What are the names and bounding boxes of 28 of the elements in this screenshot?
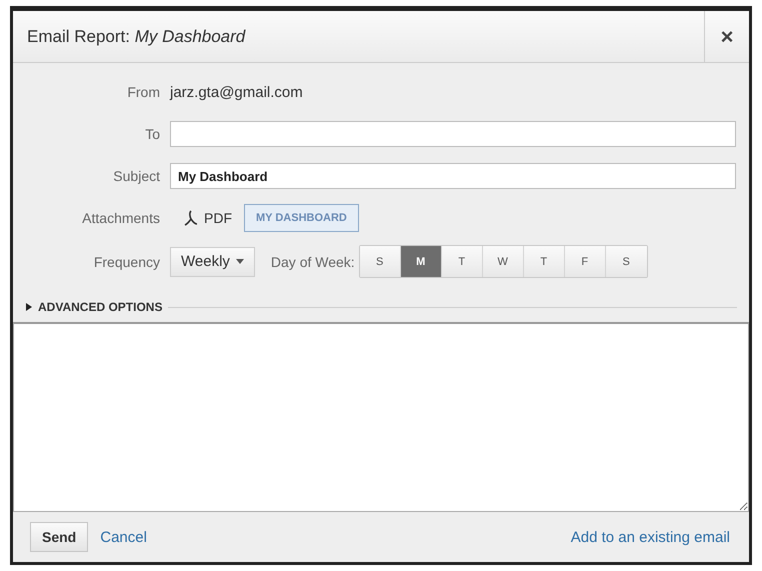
message-field[interactable] xyxy=(13,322,749,512)
frequency-dropdown[interactable]: Weekly xyxy=(170,246,255,276)
advanced-options-toggle[interactable]: ADVANCED OPTIONS xyxy=(26,300,162,314)
field-label: Day of Week: xyxy=(270,254,355,270)
add-existing-email-link[interactable]: Add to an existing email xyxy=(570,528,730,546)
expand-arrow-icon xyxy=(26,303,32,311)
field-label: From xyxy=(126,84,161,100)
send-button[interactable]: Send xyxy=(30,522,88,552)
dialog-title: Email Report: My Dashboard xyxy=(26,26,247,46)
day-toggle[interactable]: W xyxy=(482,246,524,277)
day-toggle[interactable]: S xyxy=(360,246,401,277)
caret-icon xyxy=(236,259,244,264)
day-toggle[interactable]: T xyxy=(442,246,483,277)
close-button[interactable]: × xyxy=(704,11,749,62)
field-label: Frequency xyxy=(92,254,161,270)
day-toggle[interactable]: F xyxy=(564,246,606,277)
field-label: To xyxy=(144,126,161,142)
to-field[interactable] xyxy=(170,121,736,147)
day-toggle[interactable]: T xyxy=(524,246,565,277)
cancel-link[interactable]: Cancel xyxy=(100,528,147,546)
sender-email: jarz.gta@gmail.com xyxy=(170,84,303,100)
pdf-icon xyxy=(184,210,198,226)
day-toggle[interactable]: S xyxy=(606,246,647,277)
attachment-format: PDF xyxy=(204,210,232,226)
field-label: Subject xyxy=(112,168,161,184)
day-toggle[interactable]: M xyxy=(400,246,442,277)
subject-field[interactable]: My Dashboard xyxy=(170,163,736,189)
field-label: Attachments xyxy=(81,210,161,226)
